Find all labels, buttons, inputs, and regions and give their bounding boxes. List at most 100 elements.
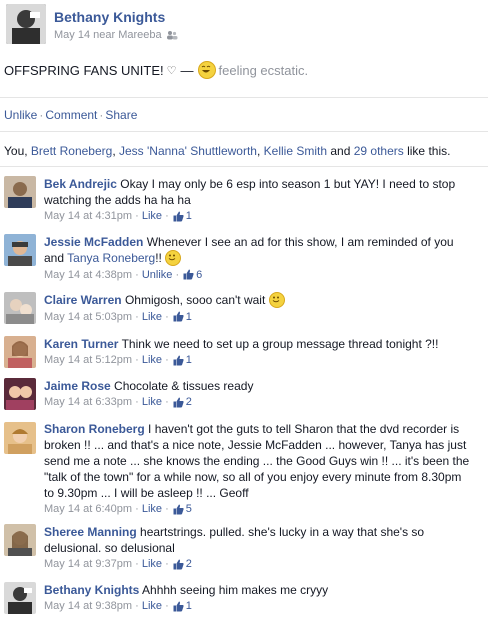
thumbs-up-icon <box>173 397 184 407</box>
like-count[interactable]: 2 <box>186 556 192 572</box>
commenter-avatar[interactable] <box>4 176 36 208</box>
divider <box>0 131 488 132</box>
separator: · <box>135 558 139 570</box>
comment-meta: May 14 at 4:38pm · Unlike · 6 <box>44 267 470 283</box>
separator: · <box>165 503 169 515</box>
comment-text: Ahhhh seeing him makes me cryyy <box>142 583 329 597</box>
separator: · <box>135 354 139 366</box>
comment-author[interactable]: Jessie McFadden <box>44 235 143 249</box>
commenter-avatar[interactable] <box>4 336 36 368</box>
status-text: OFFSPRING FANS UNITE! <box>4 62 164 78</box>
separator: · <box>165 210 169 222</box>
status-dash: — <box>180 62 194 78</box>
likes-and: and <box>327 144 354 158</box>
separator: · <box>135 310 139 323</box>
comment-meta: May 14 at 5:12pm · Like · 1 <box>44 352 470 368</box>
post-author-name[interactable]: Bethany Knights <box>54 9 165 25</box>
liker-brett[interactable]: Brett Roneberg <box>31 144 112 158</box>
smiley-icon <box>165 249 182 266</box>
comment-like-link[interactable]: Like <box>142 501 162 517</box>
ecstatic-face-icon <box>197 61 216 79</box>
author-avatar[interactable] <box>6 4 46 44</box>
comment-like-link[interactable]: Like <box>142 309 162 325</box>
like-count[interactable]: 6 <box>196 267 202 283</box>
separator: · <box>135 396 139 408</box>
comment-author[interactable]: Sheree Manning <box>44 525 137 539</box>
thumbs-up-icon <box>173 311 184 322</box>
comment-meta: May 14 at 5:03pm · Like · 1 <box>44 309 470 325</box>
like-count[interactable]: 1 <box>186 208 192 224</box>
smiley-icon <box>268 291 285 308</box>
comment-time[interactable]: May 14 at 4:38pm <box>44 267 132 283</box>
thumbs-up-icon <box>183 269 194 280</box>
likes-comma: , <box>256 144 264 158</box>
comment-author[interactable]: Claire Warren <box>44 293 122 307</box>
likes-prefix: You, <box>4 144 31 158</box>
commenter-avatar[interactable] <box>4 422 36 454</box>
liker-kellie[interactable]: Kellie Smith <box>264 144 327 158</box>
heart-icon: ♡ <box>166 64 177 77</box>
comment-time[interactable]: May 14 at 6:40pm <box>44 501 132 517</box>
share-link[interactable]: Share <box>105 108 137 122</box>
comment-time[interactable]: May 14 at 5:12pm <box>44 352 132 368</box>
comment-author[interactable]: Sharon Roneberg <box>44 422 145 436</box>
like-count[interactable]: 2 <box>186 394 192 410</box>
post-meta: May 14 near Mareeba <box>54 29 178 41</box>
commenter-avatar[interactable] <box>4 378 36 410</box>
mention-link[interactable]: Tanya Roneberg <box>67 251 155 265</box>
comment-text-after: !! <box>155 251 162 265</box>
comment-text: Ohmigosh, sooo can't wait <box>124 293 266 307</box>
like-count[interactable]: 1 <box>186 598 192 614</box>
comment-like-link[interactable]: Like <box>142 556 162 572</box>
post-header: Bethany Knights May 14 near Mareeba <box>0 0 492 52</box>
comment-like-link[interactable]: Like <box>142 208 162 224</box>
like-count[interactable]: 1 <box>186 309 192 325</box>
separator: · <box>165 310 169 323</box>
comment-author[interactable]: Karen Turner <box>44 337 118 351</box>
divider <box>0 97 488 98</box>
comment-author[interactable]: Jaime Rose <box>44 379 111 393</box>
comment-meta: May 14 at 6:33pm · Like · 2 <box>44 394 470 410</box>
like-count[interactable]: 1 <box>186 352 192 368</box>
separator: · <box>135 210 139 222</box>
commenter-avatar[interactable] <box>4 234 36 266</box>
like-count[interactable]: 5 <box>186 501 192 517</box>
liker-jess[interactable]: Jess 'Nanna' Shuttleworth <box>119 144 257 158</box>
comment-meta: May 14 at 6:40pm · Like · 5 <box>44 501 470 517</box>
comment-time[interactable]: May 14 at 6:33pm <box>44 394 132 410</box>
comment-time[interactable]: May 14 at 9:37pm <box>44 556 132 572</box>
comment-like-link[interactable]: Like <box>142 394 162 410</box>
comment-author[interactable]: Bethany Knights <box>44 583 139 597</box>
divider <box>0 166 488 167</box>
comment-like-link[interactable]: Like <box>142 352 162 368</box>
thumbs-up-icon <box>173 601 184 611</box>
thumbs-up-icon <box>173 211 184 221</box>
likes-others-link[interactable]: 29 others <box>354 144 404 158</box>
commenter-avatar[interactable] <box>4 292 36 324</box>
separator: · <box>175 268 180 281</box>
post-status: OFFSPRING FANS UNITE! ♡ — feeling ecstat… <box>4 61 308 79</box>
feeling-text: feeling ecstatic. <box>218 62 309 78</box>
comment-time[interactable]: May 14 at 5:03pm <box>44 309 132 325</box>
comment-meta: May 14 at 4:31pm · Like · 1 <box>44 208 470 224</box>
separator: · <box>165 354 169 366</box>
separator: · <box>135 600 139 612</box>
unlike-link[interactable]: Unlike <box>4 108 37 122</box>
friends-icon[interactable] <box>166 30 178 40</box>
comment-time[interactable]: May 14 at 4:31pm <box>44 208 132 224</box>
thumbs-up-icon <box>173 504 184 514</box>
post-actions: Unlike · Comment · Share <box>4 108 137 122</box>
comment-like-link[interactable]: Like <box>142 598 162 614</box>
comment-link[interactable]: Comment <box>45 108 97 122</box>
separator: · <box>165 558 169 570</box>
commenter-avatar[interactable] <box>4 524 36 556</box>
comment-author[interactable]: Bek Andrejic <box>44 177 117 191</box>
thumbs-up-icon <box>173 355 184 365</box>
comment-meta: May 14 at 9:37pm · Like · 2 <box>44 556 470 572</box>
comment-time[interactable]: May 14 at 9:38pm <box>44 598 132 614</box>
thumbs-up-icon <box>173 559 184 569</box>
post-date[interactable]: May 14 near Mareeba <box>54 29 162 41</box>
separator: · <box>99 108 104 122</box>
comment-unlike-link[interactable]: Unlike <box>142 267 173 283</box>
commenter-avatar[interactable] <box>4 582 36 614</box>
